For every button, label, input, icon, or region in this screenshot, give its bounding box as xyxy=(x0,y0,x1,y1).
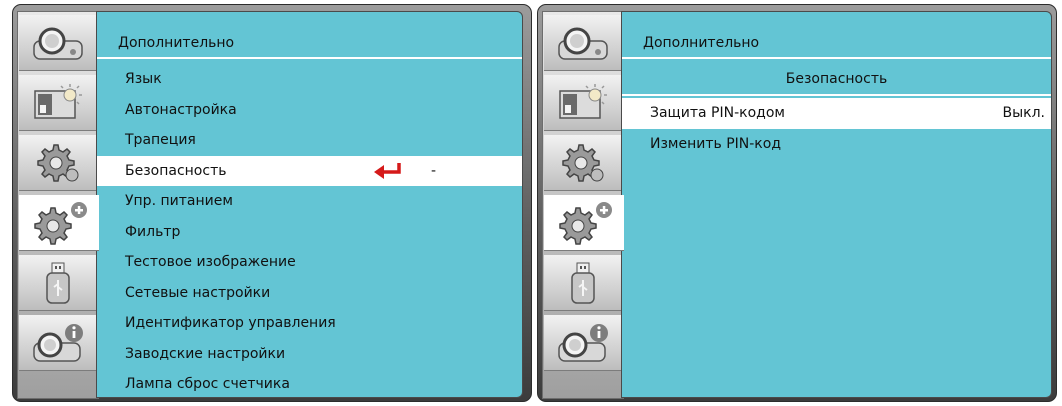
projector-icon xyxy=(32,27,83,60)
menu-list: Язык Автонастройка Трапеция Безопасность… xyxy=(97,64,522,397)
menu-item-language[interactable]: Язык xyxy=(97,64,522,95)
usb-drive-icon xyxy=(45,262,70,304)
gear-icon xyxy=(36,143,78,182)
tab-advanced[interactable] xyxy=(19,195,99,251)
usb-drive-icon xyxy=(570,262,595,304)
tab-usb[interactable] xyxy=(544,255,621,311)
gear-icon xyxy=(561,143,603,182)
menu-content: Дополнительно Язык Автонастройка Трапеци… xyxy=(96,11,523,398)
menu-item-auto-setup[interactable]: Автонастройка xyxy=(97,95,522,126)
menu-title: Дополнительно xyxy=(643,35,760,51)
menu-item-test-pattern[interactable]: Тестовое изображение xyxy=(97,247,522,278)
projector-icon xyxy=(557,27,608,60)
projector-info-icon xyxy=(557,323,608,362)
title-divider xyxy=(97,57,522,59)
menu-content: Дополнительно Безопасность Защита PIN-ко… xyxy=(621,11,1052,398)
tab-projector[interactable] xyxy=(544,15,621,71)
category-sidebar xyxy=(542,11,624,399)
menu-item-label: Защита PIN-кодом xyxy=(650,105,785,121)
menu-item-security[interactable]: Безопасность - xyxy=(97,155,522,186)
tab-setup[interactable] xyxy=(544,135,621,191)
menu-item-lamp-counter-reset[interactable]: Лампа сброс счетчика xyxy=(97,369,522,397)
tab-information[interactable] xyxy=(19,315,96,371)
tab-advanced[interactable] xyxy=(544,195,624,251)
osd-window-advanced: Дополнительно Язык Автонастройка Трапеци… xyxy=(12,4,532,402)
menu-item-factory-default[interactable]: Заводские настройки xyxy=(97,339,522,370)
menu-item-label: Безопасность xyxy=(125,162,227,179)
tab-usb[interactable] xyxy=(19,255,96,311)
menu-item-control-id[interactable]: Идентификатор управления xyxy=(97,308,522,339)
tab-information[interactable] xyxy=(544,315,621,371)
menu-item-filter[interactable]: Фильтр xyxy=(97,217,522,248)
submenu-title: Безопасность xyxy=(785,71,888,87)
menu-item-pin-lock[interactable]: Защита PIN-кодом Выкл. xyxy=(622,98,1051,129)
category-sidebar xyxy=(17,11,99,399)
menu-item-mark: - xyxy=(431,162,437,179)
picture-brightness-icon xyxy=(33,83,82,119)
gear-plus-icon xyxy=(34,201,87,245)
tab-picture[interactable] xyxy=(544,75,621,131)
enter-arrow-icon xyxy=(374,162,401,179)
menu-item-power-management[interactable]: Упр. питанием xyxy=(97,186,522,217)
tab-picture[interactable] xyxy=(19,75,96,131)
tab-setup[interactable] xyxy=(19,135,96,191)
projector-info-icon xyxy=(32,323,83,362)
title-divider xyxy=(622,57,1051,59)
osd-window-security: Дополнительно Безопасность Защита PIN-ко… xyxy=(537,4,1057,402)
menu-item-keystone[interactable]: Трапеция xyxy=(97,125,522,156)
menu-title: Дополнительно xyxy=(118,35,235,51)
submenu-divider xyxy=(622,94,1051,96)
submenu-list: Безопасность Защита PIN-кодом Выкл. Изме… xyxy=(622,64,1051,159)
tab-projector[interactable] xyxy=(19,15,96,71)
menu-item-network-settings[interactable]: Сетевые настройки xyxy=(97,278,522,309)
gear-plus-icon xyxy=(559,201,612,245)
picture-brightness-icon xyxy=(558,83,607,119)
menu-item-change-pin[interactable]: Изменить PIN-код xyxy=(622,129,1051,160)
pin-lock-value: Выкл. xyxy=(1002,105,1045,121)
